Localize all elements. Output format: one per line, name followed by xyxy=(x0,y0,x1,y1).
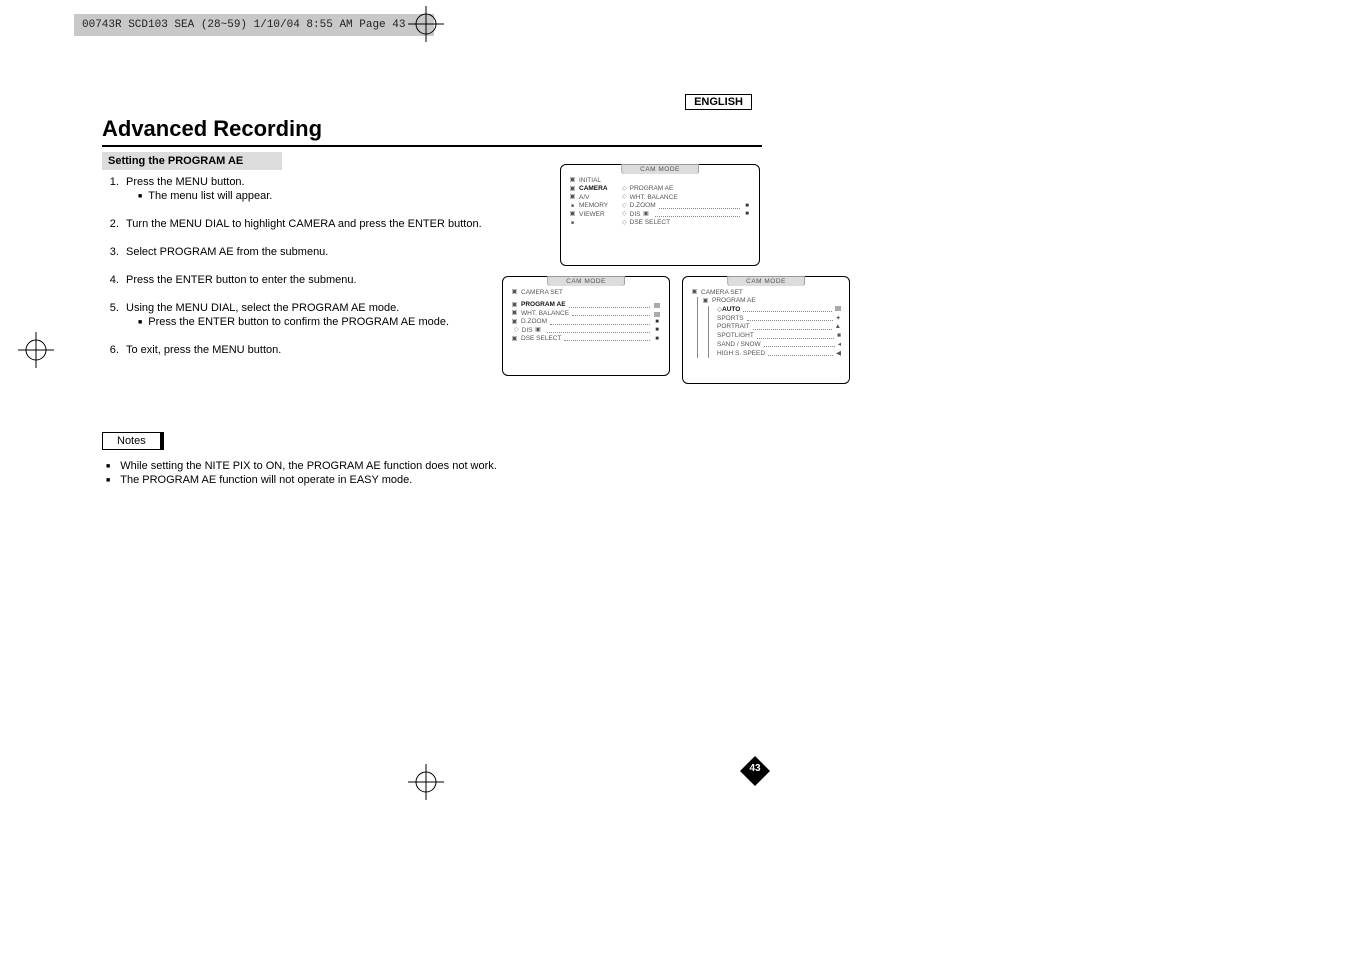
end-icon xyxy=(653,335,661,343)
step-text: Press the MENU button. xyxy=(126,176,245,188)
osd-mode-item: SAND / SNOW xyxy=(717,341,761,350)
osd-mode-item: PORTRAIT xyxy=(717,323,750,332)
osd-item: DSE SELECT xyxy=(521,335,561,343)
osd-item: D.ZOOM xyxy=(521,318,547,326)
osd-left-item: MEMORY xyxy=(579,202,619,210)
crop-mark-icon xyxy=(18,332,54,368)
folder-icon xyxy=(511,336,518,343)
end-icon xyxy=(743,211,751,219)
osd-right-item: D.ZOOM xyxy=(630,202,656,210)
folder-icon xyxy=(642,211,649,218)
folder-icon xyxy=(511,290,518,297)
note-item: The PROGRAM AE function will not operate… xyxy=(106,474,762,486)
osd-mode-label: CAM MODE xyxy=(547,276,625,286)
notes-heading: Notes xyxy=(102,432,164,450)
osd-mode-label: CAM MODE xyxy=(621,164,699,174)
step-subtext: The menu list will appear. xyxy=(138,190,492,202)
osd-right-item: DIS xyxy=(630,211,641,219)
end-icon xyxy=(653,319,661,327)
crop-mark-icon xyxy=(408,764,444,800)
osd-mode-label: CAM MODE xyxy=(727,276,805,286)
folder-icon xyxy=(511,311,518,318)
osd-right-item: PROGRAM AE xyxy=(630,185,674,193)
folder-icon xyxy=(511,302,518,309)
square-icon xyxy=(569,220,576,227)
osd-subheading: PROGRAM AE xyxy=(712,297,756,305)
osd-mode-item: SPORTS xyxy=(717,315,744,324)
folder-icon xyxy=(569,211,576,218)
square-icon xyxy=(569,203,576,210)
osd-mode-item: HIGH S. SPEED xyxy=(717,350,765,359)
osd-left-item: INITIAL xyxy=(579,177,619,185)
page-number-badge: 43 xyxy=(740,756,770,786)
high-speed-mode-icon: ◀ xyxy=(836,350,841,359)
step-item: To exit, press the MENU button. xyxy=(122,344,492,356)
osd-heading: CAMERA SET xyxy=(701,289,743,297)
diamond-icon: ◇ xyxy=(622,211,627,219)
osd-item: DIS xyxy=(522,327,533,335)
osd-left-item: CAMERA xyxy=(579,185,619,193)
diamond-icon: ◇ xyxy=(622,194,627,202)
hand-icon xyxy=(534,327,541,334)
crop-mark-icon xyxy=(408,6,444,42)
diamond-icon: ◇ xyxy=(622,220,627,228)
note-item: While setting the NITE PIX to ON, the PR… xyxy=(106,460,762,472)
print-header-strip: 00743R SCD103 SEA (28~59) 1/10/04 8:55 A… xyxy=(74,14,434,36)
osd-item: WHT. BALANCE xyxy=(521,310,569,318)
folder-icon xyxy=(569,195,576,202)
spotlight-mode-icon: ■ xyxy=(837,332,841,341)
step-item: Press the MENU button. The menu list wil… xyxy=(122,176,492,202)
osd-mode-item: SPOTLIGHT xyxy=(717,332,754,341)
step-item: Turn the MENU DIAL to highlight CAMERA a… xyxy=(122,218,492,230)
osd-heading: CAMERA SET xyxy=(521,289,563,297)
folder-icon xyxy=(691,290,698,297)
language-tag: ENGLISH xyxy=(685,94,752,110)
diamond-icon: ◇ xyxy=(622,186,627,194)
diamond-icon: ◇ xyxy=(622,203,627,211)
camera-osd-screen-3: CAM MODE CAMERA SET PROGRAM AE ◇AUTO SPO… xyxy=(682,276,850,384)
camera-osd-screen-2: CAM MODE CAMERA SET PROGRAM AE WHT. BALA… xyxy=(502,276,670,376)
step-item: Press the ENTER button to enter the subm… xyxy=(122,274,492,286)
notes-list: While setting the NITE PIX to ON, the PR… xyxy=(106,460,762,486)
step-item: Select PROGRAM AE from the submenu. xyxy=(122,246,492,258)
camera-osd-screen-1: CAM MODE INITIAL CAMERA◇PROGRAM AE A/V◇W… xyxy=(560,164,760,266)
folder-icon xyxy=(702,298,709,305)
diamond-icon: ◇ xyxy=(514,327,519,335)
title-rule xyxy=(102,145,762,147)
step-text: Press the ENTER button to enter the subm… xyxy=(126,274,357,286)
folder-icon xyxy=(569,186,576,193)
sand-snow-mode-icon: ◂ xyxy=(838,341,841,350)
page-number: 43 xyxy=(740,763,770,774)
osd-left-item: A/V xyxy=(579,194,619,202)
step-text: Using the MENU DIAL, select the PROGRAM … xyxy=(126,302,399,314)
sports-mode-icon: ✦ xyxy=(836,315,841,324)
osd-item: PROGRAM AE xyxy=(521,301,566,309)
page-content: ENGLISH Advanced Recording Setting the P… xyxy=(102,96,762,488)
print-header-text: 00743R SCD103 SEA (28~59) 1/10/04 8:55 A… xyxy=(82,19,405,31)
step-text: To exit, press the MENU button. xyxy=(126,344,281,356)
auto-mode-icon xyxy=(653,302,661,310)
page-title: Advanced Recording xyxy=(102,116,762,142)
osd-right-item: WHT. BALANCE xyxy=(630,194,678,202)
step-item: Using the MENU DIAL, select the PROGRAM … xyxy=(122,302,492,328)
step-text: Select PROGRAM AE from the submenu. xyxy=(126,246,328,258)
folder-icon xyxy=(511,319,518,326)
step-subtext: Press the ENTER button to confirm the PR… xyxy=(138,316,492,328)
end-icon xyxy=(653,327,661,335)
osd-mode-item: AUTO xyxy=(722,306,740,315)
portrait-mode-icon: ▲ xyxy=(835,323,841,332)
step-text: Turn the MENU DIAL to highlight CAMERA a… xyxy=(126,218,482,230)
end-icon xyxy=(653,310,661,318)
osd-right-item: DSE SELECT xyxy=(630,219,670,227)
auto-mode-icon xyxy=(835,306,841,315)
section-heading: Setting the PROGRAM AE xyxy=(102,152,282,170)
end-icon xyxy=(743,203,751,211)
osd-left-item: VIEWER xyxy=(579,211,619,219)
folder-icon xyxy=(569,178,576,185)
